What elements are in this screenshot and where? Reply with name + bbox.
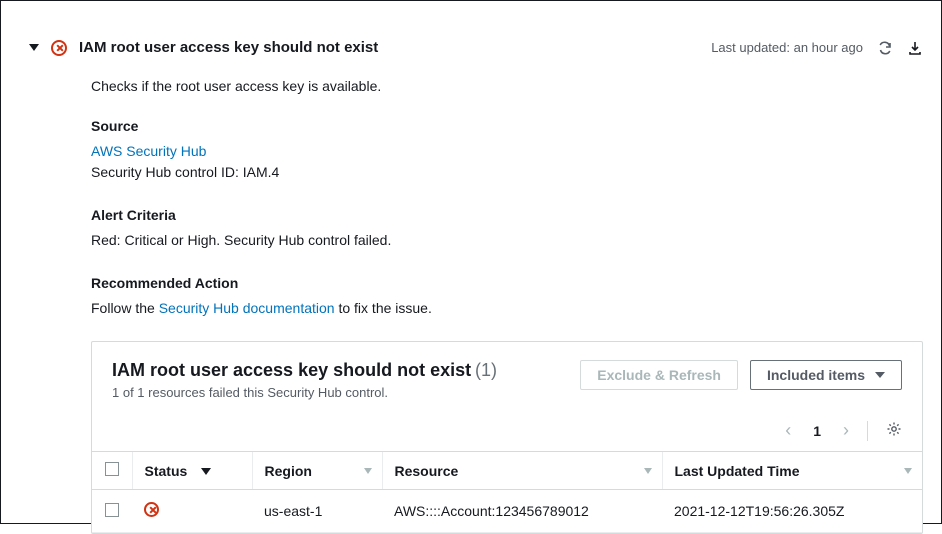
sort-icon	[364, 468, 372, 474]
exclude-refresh-label: Exclude & Refresh	[597, 367, 721, 383]
column-resource[interactable]: Resource	[382, 452, 662, 490]
resources-panel: IAM root user access key should not exis…	[91, 341, 923, 534]
error-status-icon	[51, 40, 67, 56]
chevron-down-icon	[875, 372, 885, 378]
alert-criteria-label: Alert Criteria	[91, 205, 923, 226]
check-title: IAM root user access key should not exis…	[79, 39, 378, 56]
checkbox-icon[interactable]	[105, 462, 119, 476]
collapse-caret-icon[interactable]	[29, 44, 39, 51]
settings-gear-icon[interactable]	[886, 421, 902, 440]
panel-title: IAM root user access key should not exis…	[112, 360, 471, 380]
sort-icon	[644, 468, 652, 474]
column-time[interactable]: Last Updated Time	[662, 452, 922, 490]
alert-criteria-text: Red: Critical or High. Security Hub cont…	[91, 230, 923, 251]
select-all-header[interactable]	[92, 452, 132, 490]
exclude-refresh-button[interactable]: Exclude & Refresh	[580, 360, 738, 390]
download-icon[interactable]	[907, 40, 923, 56]
documentation-link[interactable]: Security Hub documentation	[159, 300, 335, 316]
page-number: 1	[809, 423, 825, 439]
row-checkbox[interactable]	[105, 503, 119, 517]
column-time-label: Last Updated Time	[675, 463, 800, 479]
source-link[interactable]: AWS Security Hub	[91, 143, 206, 159]
action-suffix: to fix the issue.	[335, 300, 432, 316]
page-prev-icon[interactable]: ‹	[785, 420, 791, 441]
cell-time: 2021-12-12T19:56:26.305Z	[662, 490, 922, 533]
last-updated-text: Last updated: an hour ago	[711, 40, 863, 55]
sort-desc-icon	[201, 468, 211, 475]
column-status-label: Status	[145, 463, 188, 479]
divider	[867, 421, 868, 441]
recommended-action-label: Recommended Action	[91, 273, 923, 294]
included-items-button[interactable]: Included items	[750, 360, 902, 390]
column-region[interactable]: Region	[252, 452, 382, 490]
panel-subtitle: 1 of 1 resources failed this Security Hu…	[112, 385, 580, 400]
cell-resource: AWS::::Account:123456789012	[382, 490, 662, 533]
sort-icon	[904, 468, 912, 474]
column-status[interactable]: Status	[132, 452, 252, 490]
source-label: Source	[91, 116, 923, 137]
page-next-icon[interactable]: ›	[843, 420, 849, 441]
panel-count: (1)	[475, 360, 497, 380]
table-row[interactable]: us-east-1 AWS::::Account:123456789012 20…	[92, 490, 922, 533]
column-resource-label: Resource	[395, 463, 459, 479]
column-region-label: Region	[265, 463, 312, 479]
refresh-icon[interactable]	[877, 40, 893, 56]
error-status-icon	[144, 502, 159, 517]
resources-table: Status Region Resource Last Updated Time…	[92, 451, 922, 533]
control-id-line: Security Hub control ID: IAM.4	[91, 162, 923, 183]
included-items-label: Included items	[767, 367, 865, 383]
recommended-action-text: Follow the Security Hub documentation to…	[91, 298, 923, 319]
action-prefix: Follow the	[91, 300, 159, 316]
cell-region: us-east-1	[252, 490, 382, 533]
check-description: Checks if the root user access key is av…	[91, 78, 923, 94]
